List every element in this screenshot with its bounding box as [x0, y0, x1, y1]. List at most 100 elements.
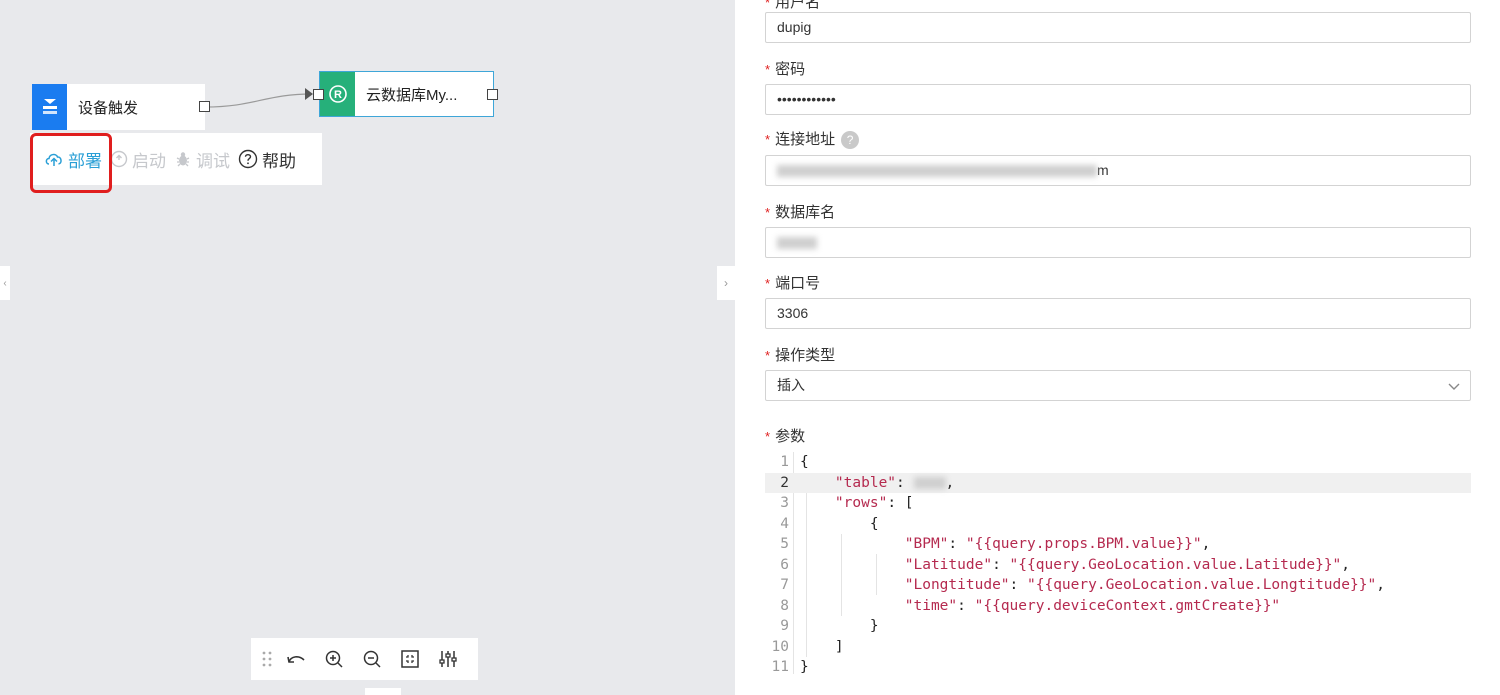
zoom-out-icon	[363, 650, 381, 668]
code-token: : [	[887, 495, 914, 511]
chevron-down-icon	[1448, 383, 1460, 390]
line-number: 1	[780, 454, 789, 470]
fit-view-button[interactable]	[391, 638, 429, 680]
question-icon[interactable]: ?	[841, 131, 860, 150]
params-label: * 参数	[765, 428, 806, 445]
username-input[interactable]: dupig	[765, 12, 1471, 43]
line-number: 11	[771, 659, 789, 675]
code-line[interactable]: 9 }	[765, 616, 1471, 637]
code-token: :	[992, 556, 1010, 573]
code-line[interactable]: 2 "table": ,	[765, 472, 1471, 494]
line-number: 6	[780, 556, 789, 573]
code-token: "{{query.props.BPM.value}}"	[965, 536, 1202, 552]
line-number: 3	[780, 495, 789, 511]
code-token: ,	[1341, 556, 1351, 573]
connection-input[interactable]: m	[765, 155, 1471, 186]
node-cloud-database[interactable]: R 云数据库My...	[319, 71, 494, 117]
code-token: {	[869, 515, 879, 532]
code-token: "{{query.deviceContext.gmtCreate}}"	[974, 597, 1281, 614]
help-button[interactable]: 帮助	[238, 147, 296, 172]
debug-button[interactable]: 调试	[174, 147, 230, 172]
highlight-box	[30, 133, 112, 193]
code-token: ]	[834, 638, 844, 655]
line-number: 7	[780, 577, 789, 593]
password-input[interactable]: ••••••••••••	[765, 84, 1471, 115]
operation-label: * 操作类型	[765, 347, 836, 364]
drag-handle-icon[interactable]	[257, 638, 277, 680]
code-token: ,	[1376, 577, 1385, 593]
code-line[interactable]: 6 "Latitude": "{{query.GeoLocation.value…	[765, 555, 1471, 576]
port-label: * 端口号	[765, 275, 821, 292]
sliders-icon	[439, 651, 457, 667]
code-text: }	[800, 657, 809, 678]
fit-view-icon	[401, 650, 419, 668]
line-number: 10	[771, 638, 789, 655]
code-text: {	[800, 452, 809, 473]
undo-icon	[287, 656, 305, 663]
undo-button[interactable]	[277, 638, 315, 680]
line-number: 2	[780, 474, 789, 491]
code-token: :	[957, 597, 975, 614]
code-token: :	[896, 474, 914, 491]
flow-canvas[interactable]: 设备触发 R 云数据库My... 部署 启动 调试 帮助 ‹ ›	[0, 0, 735, 695]
database-input[interactable]	[765, 227, 1471, 258]
code-line[interactable]: 5 "BPM": "{{query.props.BPM.value}}",	[765, 534, 1471, 555]
bottom-panel-handle[interactable]	[365, 688, 401, 695]
line-number: 5	[780, 536, 789, 552]
trigger-icon	[32, 84, 67, 130]
code-text: {	[800, 514, 879, 535]
output-port[interactable]	[487, 89, 498, 100]
code-line[interactable]: 3 "rows": [	[765, 493, 1471, 514]
code-text: "Longtitude": "{{query.GeoLocation.value…	[800, 575, 1385, 596]
code-text: ]	[800, 637, 844, 658]
expand-panel-handle[interactable]: ›	[717, 266, 735, 300]
help-label: 帮助	[262, 151, 296, 171]
input-port[interactable]	[313, 89, 324, 100]
password-label: * 密码	[765, 61, 806, 78]
zoom-in-button[interactable]	[315, 638, 353, 680]
line-number: 4	[780, 515, 789, 532]
redacted-text	[777, 237, 817, 250]
code-line[interactable]: 4 {	[765, 514, 1471, 535]
code-token: {	[800, 454, 809, 470]
code-line[interactable]: 8 "time": "{{query.deviceContext.gmtCrea…	[765, 596, 1471, 617]
layout-settings-button[interactable]	[429, 638, 467, 680]
code-token: "table"	[834, 474, 897, 491]
output-port[interactable]	[199, 101, 210, 112]
redacted-text	[777, 165, 1097, 178]
username-label: * 用户名	[765, 0, 821, 11]
code-token: "BPM"	[904, 536, 949, 552]
node-label: 云数据库My...	[366, 86, 458, 104]
port-input[interactable]: 3306	[765, 298, 1471, 329]
code-text: "Latitude": "{{query.GeoLocation.value.L…	[800, 555, 1350, 576]
code-token: "rows"	[834, 495, 888, 511]
zoom-out-button[interactable]	[353, 638, 391, 680]
start-button[interactable]: 启动	[110, 147, 166, 172]
code-text: "rows": [	[800, 493, 914, 514]
collapse-left-handle[interactable]: ‹	[0, 266, 10, 300]
start-icon	[110, 150, 128, 168]
node-device-trigger[interactable]: 设备触发	[32, 84, 205, 130]
code-text: "time": "{{query.deviceContext.gmtCreate…	[800, 596, 1280, 617]
code-token: "Latitude"	[904, 556, 993, 573]
code-token: ,	[945, 474, 955, 491]
connection-label: * 连接地址?	[765, 128, 860, 150]
code-token: :	[948, 536, 966, 552]
code-token: :	[1009, 577, 1027, 593]
code-line[interactable]: 10 ]	[765, 637, 1471, 658]
code-line[interactable]: 1{	[765, 452, 1471, 473]
debug-label: 调试	[196, 151, 230, 171]
code-line[interactable]: 11}	[765, 657, 1471, 678]
connection-suffix: m	[1097, 162, 1109, 178]
code-token: "{{query.GeoLocation.value.Latitude}}"	[1009, 556, 1342, 573]
code-line[interactable]: 7 "Longtitude": "{{query.GeoLocation.val…	[765, 575, 1471, 596]
code-text: "table": ,	[800, 473, 954, 494]
code-token: "{{query.GeoLocation.value.Longtitude}}"	[1027, 577, 1377, 593]
params-code-editor[interactable]: 1{2 "table": ,3 "rows": [4 {5 "BPM": "{{…	[765, 452, 1471, 675]
operation-select[interactable]: 插入	[765, 370, 1471, 401]
start-label: 启动	[132, 151, 166, 171]
database-icon: R	[320, 72, 355, 116]
code-token: }	[869, 618, 879, 634]
zoom-in-icon	[325, 650, 343, 668]
database-label: * 数据库名	[765, 204, 836, 221]
